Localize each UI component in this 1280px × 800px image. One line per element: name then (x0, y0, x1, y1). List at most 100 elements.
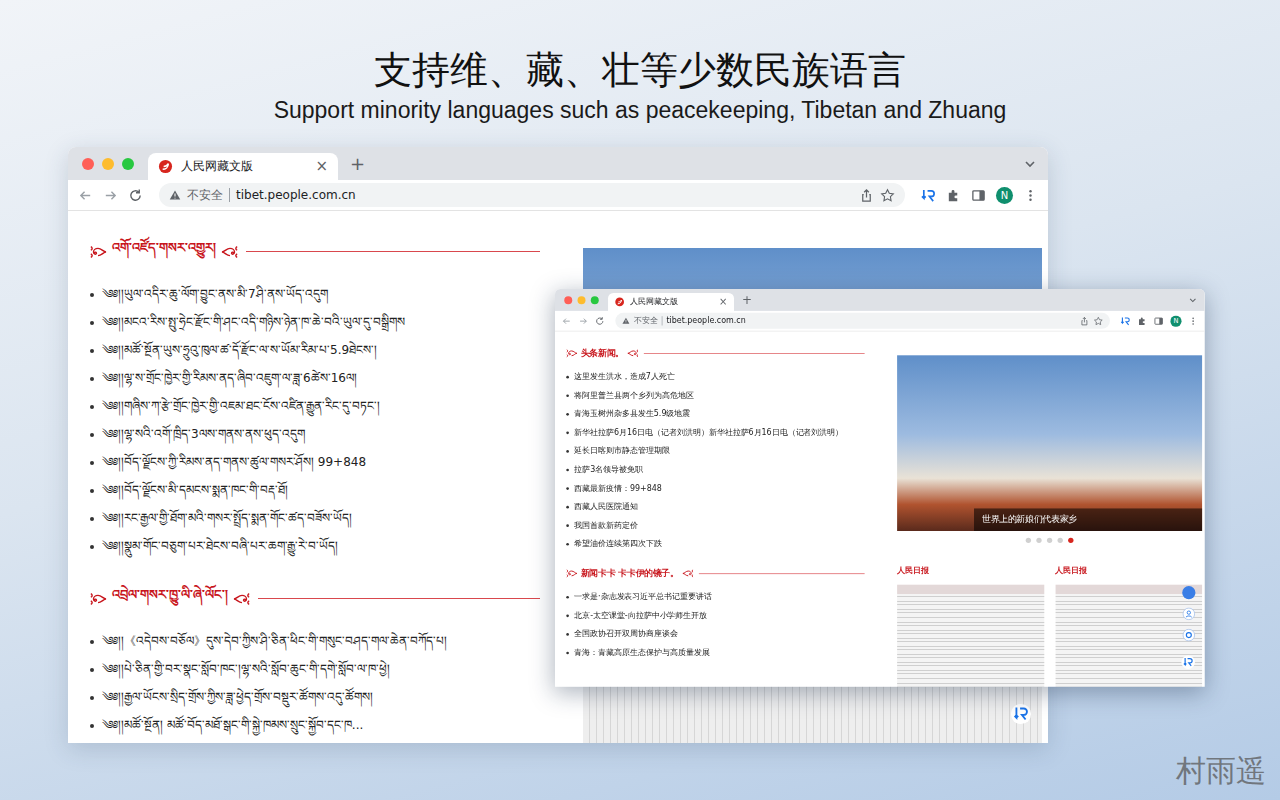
side-panel-icon[interactable] (971, 188, 986, 203)
translate-extension-icon[interactable] (921, 188, 936, 203)
carousel-dots (897, 531, 1202, 550)
news-link[interactable]: ༄༅།།རྒྱལ་ཡོངས་སྲིད་གྲོས་ཀྱིས་ཟླ་ཕྱེད་གྲོ… (88, 683, 540, 711)
carousel-dot[interactable] (1036, 538, 1041, 543)
new-tab-button[interactable]: + (742, 294, 752, 306)
news-link[interactable]: ༄༅།།མངའ་རིས་སྤུ་ཧྲེང་རྫོང་གི་ཤང་འདི་གཉིས… (88, 308, 540, 336)
news-link[interactable]: 将阿里普兰县两个乡列为高危地区 (565, 386, 865, 405)
news-link[interactable]: ༄༅།།ལྷ་སའི་འགོ་ཁྲིད་3ལས་གནས་ནས་ཕུད་འདུག (88, 420, 540, 448)
browser-tab[interactable]: 人民网藏文版 × (608, 293, 734, 311)
news-link[interactable]: ༄༅།།པེ་ཅིན་གྱི་བར་སྣང་སློབ་ཁང་།ལྷ་སའི་སླ… (88, 655, 540, 683)
news-link[interactable]: 我国首款新药定价 (565, 516, 865, 535)
url-text: tibet.people.com.cn (236, 188, 356, 202)
menu-kebab-icon[interactable] (1023, 188, 1038, 203)
translate-extension-icon[interactable] (1121, 316, 1131, 326)
news-link[interactable]: 拉萨3名领导被免职 (565, 460, 865, 479)
news-link[interactable]: 一求是·杂志发表习近平总书记重要讲话 (565, 587, 865, 606)
share-icon[interactable] (859, 188, 874, 203)
separator (229, 188, 230, 202)
carousel-photo[interactable]: 世界上的新娘们代表家乡 (897, 355, 1202, 531)
back-arrow-icon[interactable] (78, 188, 93, 203)
news-link[interactable]: ༄༅།།བོད་ལྗོངས་མི་དམངས་སྨན་ཁང་གི་བརྡ་ཐོ། (88, 476, 540, 504)
promo-page: 支持维、藏、壮等少数民族语言Support minority languages… (0, 0, 1280, 800)
translate-float-icon[interactable] (1181, 655, 1196, 670)
translate-float-icon[interactable] (1010, 703, 1032, 725)
news-link[interactable]: 新华社拉萨6月16日电（记者刘洪明）新华社拉萨6月16日电（记者刘洪明） (565, 423, 865, 442)
share-icon[interactable] (1079, 316, 1089, 326)
extensions-puzzle-icon[interactable] (1137, 316, 1147, 326)
address-bar[interactable]: 不安全 tibet.people.com.cn (615, 313, 1110, 329)
url-text: tibet.people.com.cn (666, 316, 745, 325)
forward-arrow-icon[interactable] (578, 316, 588, 326)
section-rule (699, 573, 865, 574)
news-link[interactable]: 希望油价连续第四次下跌 (565, 534, 865, 553)
people-logo-icon (615, 297, 625, 307)
reload-icon[interactable] (595, 316, 605, 326)
ornament-icon (565, 567, 578, 579)
carousel-dot[interactable] (1047, 538, 1052, 543)
tab-title: 人民网藏文版 (630, 296, 714, 307)
close-window-button[interactable] (82, 158, 94, 170)
news-link[interactable]: ༄༅།།གཞིས་ཀ་རྩེ་གྲོང་ཁྱེར་གྱི་འཇམ་ཐང་ངོས་… (88, 392, 540, 420)
news-link[interactable]: ༄༅།།ཡུལ་འདིར་ཆུ་ལོག་བྱུང་ནས་མི་7ཤི་ནས་ཡོ… (88, 280, 540, 308)
zoom-window-button[interactable] (122, 158, 134, 170)
forward-arrow-icon[interactable] (103, 188, 118, 203)
section-rule (246, 251, 540, 252)
hero-title: 支持维、藏、壮等少数民族语言 (0, 46, 1280, 94)
user-icon[interactable] (1182, 607, 1195, 620)
warning-triangle-icon (622, 317, 630, 325)
tab-list-chevron-icon[interactable] (1022, 156, 1038, 172)
news-link[interactable]: ༄༅།།སྣུམ་གོང་བཅུག་པར་ཐེངས་བཞི་པར་ཆག་རྒྱུ… (88, 532, 540, 560)
address-bar[interactable]: 不安全 tibet.people.com.cn (159, 183, 905, 207)
section-title: 新闻卡卡 卡卡伊的镜子。 (581, 567, 679, 579)
carousel-dot[interactable] (1026, 538, 1031, 543)
news-link[interactable]: ༄༅།།རང་རྒྱལ་གྱི་ཐོག་མའི་གསར་སྤྲོད་སྨན་གོ… (88, 504, 540, 532)
profile-avatar[interactable]: N (996, 187, 1013, 204)
news-link[interactable]: 青海玉树州杂多县发生5.9级地震 (565, 404, 865, 423)
news-link[interactable]: 延长日喀则市静态管理期限 (565, 441, 865, 460)
settings-gear-icon[interactable] (1182, 628, 1195, 641)
extensions-puzzle-icon[interactable] (946, 188, 961, 203)
side-panel-icon[interactable] (1154, 316, 1164, 326)
news-link[interactable]: ༄༅།།ལྷ་ས་གྲོང་ཁྱེར་གྱི་རིམས་ནད་ཞིབ་འཇུག་… (88, 364, 540, 392)
profile-avatar[interactable]: N (1170, 315, 1181, 326)
news-link[interactable]: ༄༅།།བོད་ལྗོངས་ཀྱི་རིམས་ནད་གནས་ཚུལ་གསར་ཤོ… (88, 448, 540, 476)
minimize-window-button[interactable] (102, 158, 114, 170)
newspaper-card[interactable]: 人民日报 (897, 565, 1044, 686)
newspaper-title: 人民日报 (1055, 565, 1202, 584)
news-link[interactable]: ༄༅།།མཚོ་སྔོན། མཚོ་བོད་མཐོ་སྒང་གི་སྐྱེ་ཁམ… (88, 711, 540, 739)
tab-close-button[interactable]: × (315, 159, 328, 174)
close-window-button[interactable] (564, 296, 572, 304)
reload-icon[interactable] (128, 188, 143, 203)
bookmark-star-icon[interactable] (1093, 316, 1103, 326)
news-link[interactable]: 全国政协召开双周协商座谈会 (565, 624, 865, 643)
news-column: འགོ་འཛོད་གསར་འགྱུར།༄༅།།ཡུལ་འདིར་ཆུ་ལོག་བ… (88, 211, 540, 743)
news-link[interactable]: ༄༅།།མཚོ་སྔོན་ཡུས་ཧྲུའུ་ཁུལ་ཚ་དོ་རྫོང་ལ་ས… (88, 336, 540, 364)
tab-list-chevron-icon[interactable] (1188, 295, 1199, 306)
news-link[interactable]: 西藏最新疫情：99+848 (565, 479, 865, 498)
news-link[interactable]: ༄༅།།《འདེབས་བཅོལ》དུས་དེབ་ཀྱིས་ཤི་ཅིན་ཕིང་… (88, 627, 540, 655)
news-link[interactable]: 这里发生洪水，造成7人死亡 (565, 367, 865, 386)
zoom-window-button[interactable] (591, 296, 599, 304)
news-link[interactable]: 西藏人民医院通知 (565, 497, 865, 516)
news-link[interactable]: 青海：青藏高原生态保护与高质量发展 (565, 643, 865, 662)
new-tab-button[interactable]: + (350, 155, 365, 173)
bookmark-star-icon[interactable] (880, 188, 895, 203)
tab-close-button[interactable]: × (719, 297, 727, 307)
news-section: 头条新闻。这里发生洪水，造成7人死亡将阿里普兰县两个乡列为高危地区青海玉树州杂多… (565, 346, 865, 553)
minimize-window-button[interactable] (578, 296, 586, 304)
page-content: 头条新闻。这里发生洪水，造成7人死亡将阿里普兰县两个乡列为高危地区青海玉树州杂多… (555, 331, 1205, 686)
browser-tab[interactable]: 人民网藏文版× (148, 153, 338, 180)
window-controls (82, 158, 134, 170)
section-rule (258, 598, 540, 599)
news-link[interactable]: 北京-太空课堂-向拉萨中小学师生开放 (565, 606, 865, 625)
security-label: 不安全 (187, 187, 223, 204)
carousel-dot[interactable] (1058, 538, 1063, 543)
section-heading: 头条新闻。 (565, 346, 865, 361)
carousel-dot[interactable] (1068, 538, 1073, 543)
separator (662, 316, 663, 325)
newspaper-card[interactable]: 人民日报 (1055, 565, 1202, 686)
menu-kebab-icon[interactable] (1188, 316, 1198, 326)
search-tool-icon[interactable] (1182, 586, 1195, 599)
security-label: 不安全 (634, 315, 658, 326)
back-arrow-icon[interactable] (562, 316, 572, 326)
